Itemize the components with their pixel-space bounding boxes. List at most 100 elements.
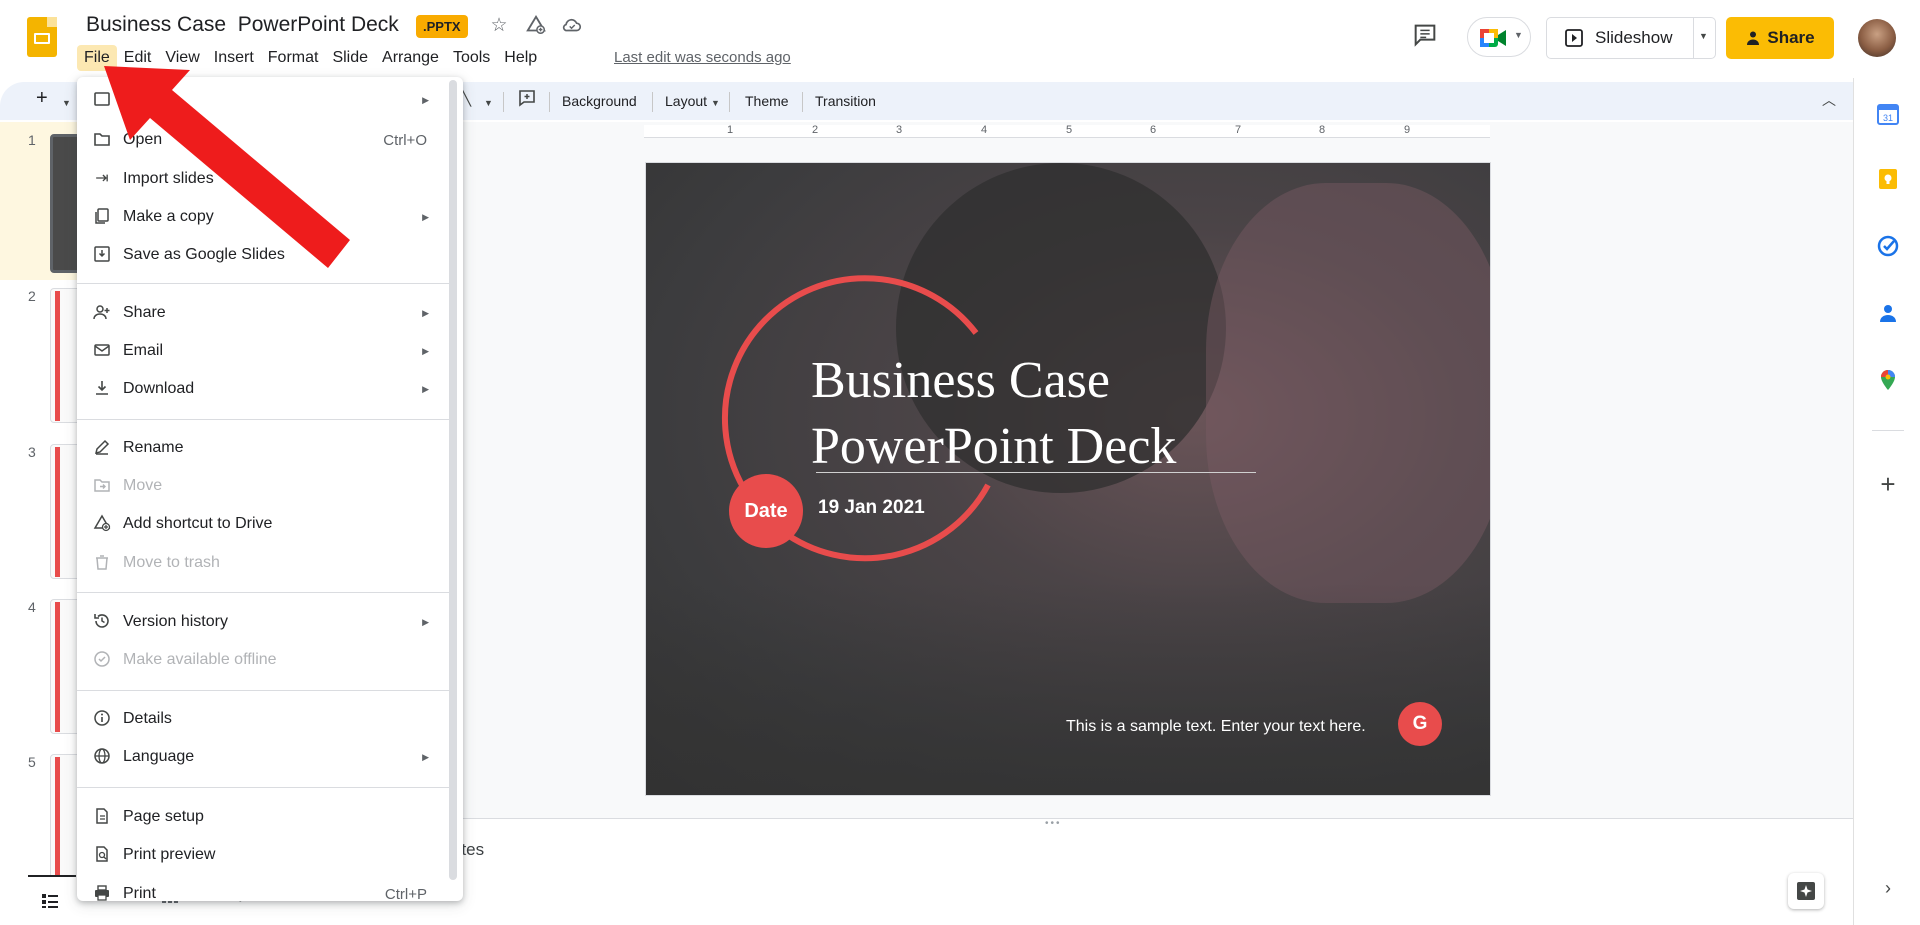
transition-button[interactable]: Transition (815, 90, 876, 112)
menu-item-email[interactable]: Email ▶ (77, 333, 449, 369)
menu-item-page-setup[interactable]: Page setup (77, 799, 449, 835)
slide-title-line-1: Business Case (811, 352, 1110, 409)
slide-footer-text[interactable]: This is a sample text. Enter your text h… (1066, 718, 1366, 736)
print-preview-icon (92, 845, 112, 865)
menu-item-language[interactable]: Language ▶ (77, 739, 449, 775)
download-icon (92, 379, 112, 399)
menu-item-label: Open (123, 131, 163, 148)
date-badge[interactable]: Date (729, 474, 803, 548)
menu-item-label: Print (123, 885, 156, 901)
file-menu: ▶ Open Ctrl+O ⇥ Import slides Make a cop… (77, 77, 463, 901)
submenu-arrow-icon: ▶ (422, 94, 429, 105)
add-comment-icon[interactable] (517, 88, 537, 114)
layout-button[interactable]: Layout (665, 90, 707, 112)
file-type-badge: .PPTX (416, 15, 468, 38)
menu-item-import-slides[interactable]: ⇥ Import slides (77, 161, 449, 197)
trash-icon (92, 553, 112, 573)
menu-item-add-shortcut-to-drive[interactable]: Add shortcut to Drive (77, 506, 449, 542)
menu-edit[interactable]: Edit (117, 45, 159, 71)
document-title[interactable]: Business Case PowerPoint Deck (86, 13, 399, 37)
ruler-number: 4 (981, 124, 988, 136)
line-dropdown-icon[interactable]: ▼ (484, 92, 493, 114)
move-to-drive-icon[interactable] (524, 14, 548, 38)
slides-logo-icon[interactable] (27, 17, 57, 57)
menu-item-print[interactable]: Print Ctrl+P (77, 876, 449, 901)
info-icon (92, 709, 112, 729)
menu-item-print-preview[interactable]: Print preview (77, 837, 449, 873)
menu-item-share[interactable]: Share ▶ (77, 295, 449, 331)
menu-view[interactable]: View (158, 45, 206, 71)
last-edit-link[interactable]: Last edit was seconds ago (614, 49, 791, 66)
comments-icon[interactable] (1411, 21, 1439, 49)
current-slide[interactable]: Business Case PowerPoint Deck Date 19 Ja… (645, 162, 1491, 796)
menu-tools[interactable]: Tools (446, 45, 497, 71)
menu-item-label: Page setup (123, 808, 204, 825)
menu-shortcut: Ctrl+P (384, 885, 427, 902)
menu-insert[interactable]: Insert (207, 45, 261, 71)
globe-icon (92, 747, 112, 767)
slideshow-button[interactable]: Slideshow ▼ (1546, 17, 1716, 59)
calendar-icon[interactable]: 31 (1876, 102, 1900, 126)
menu-file[interactable]: File (77, 45, 117, 71)
menu-item-make-available-offline: Make available offline (77, 642, 449, 678)
explore-button[interactable] (1788, 873, 1824, 909)
new-icon (92, 90, 112, 110)
new-slide-dropdown-icon[interactable]: ▼ (62, 92, 71, 114)
title-underline (816, 472, 1256, 473)
star-icon[interactable]: ☆ (487, 14, 511, 38)
menu-format[interactable]: Format (261, 45, 326, 71)
menu-item-rename[interactable]: Rename (77, 430, 449, 466)
add-addon-icon[interactable]: + (1876, 471, 1900, 497)
slide-number: 2 (28, 288, 36, 304)
contacts-icon[interactable] (1876, 301, 1900, 325)
menu-item-details[interactable]: Details (77, 701, 449, 737)
menu-item-download[interactable]: Download ▶ (77, 371, 449, 407)
menu-help[interactable]: Help (497, 45, 544, 71)
notes-resize-handle[interactable]: ••• (1045, 818, 1062, 829)
meet-button[interactable]: ▼ (1467, 17, 1531, 57)
share-button[interactable]: Share (1726, 17, 1834, 59)
copy-icon (92, 207, 112, 227)
theme-button[interactable]: Theme (745, 90, 789, 112)
line-tool-icon[interactable]: ╲ (462, 88, 471, 110)
meet-dropdown-icon[interactable]: ▼ (1514, 30, 1523, 40)
menu-shortcut: Ctrl+O (383, 131, 427, 149)
menu-item-new[interactable]: ▶ (77, 82, 449, 118)
menu-item-save-as-google-slides[interactable]: Save as Google Slides (77, 237, 449, 273)
ruler-number: 2 (812, 124, 819, 136)
person-add-icon (92, 303, 112, 323)
menu-item-label: Details (123, 710, 172, 727)
collapse-toolbar-icon[interactable]: ︿ (1822, 89, 1836, 111)
speaker-notes[interactable] (266, 818, 1853, 925)
slide-background-shape (1206, 183, 1490, 603)
date-text[interactable]: 19 Jan 2021 (818, 497, 925, 519)
slideshow-label: Slideshow (1595, 28, 1673, 47)
corner-badge[interactable]: G (1398, 702, 1442, 746)
new-slide-icon[interactable]: + (36, 87, 48, 109)
menu-item-label: Rename (123, 439, 184, 456)
menu-item-version-history[interactable]: Version history ▶ (77, 604, 449, 640)
filmstrip-view-icon[interactable] (40, 891, 62, 913)
background-button[interactable]: Background (562, 90, 637, 112)
menu-slide[interactable]: Slide (325, 45, 375, 71)
share-label: Share (1767, 28, 1815, 47)
tasks-icon[interactable] (1876, 234, 1900, 258)
explore-icon (1797, 882, 1815, 900)
slide-number: 4 (28, 599, 36, 615)
cloud-status-icon[interactable] (560, 14, 584, 38)
slideshow-dropdown-icon[interactable]: ▼ (1699, 31, 1708, 41)
folder-icon (92, 130, 112, 150)
menu-scrollbar[interactable] (449, 80, 457, 880)
keep-icon[interactable] (1876, 167, 1900, 191)
menu-item-open[interactable]: Open Ctrl+O (77, 122, 449, 158)
user-avatar[interactable] (1858, 19, 1896, 57)
submenu-arrow-icon: ▶ (422, 383, 429, 394)
menu-item-make-a-copy[interactable]: Make a copy ▶ (77, 199, 449, 235)
maps-icon[interactable] (1876, 368, 1900, 392)
expand-panel-icon[interactable]: › (1876, 878, 1900, 902)
menu-arrange[interactable]: Arrange (375, 45, 446, 71)
layout-dropdown-icon[interactable]: ▼ (711, 92, 720, 114)
side-panel: 31 + › (1853, 78, 1920, 925)
slide-title[interactable]: Business Case PowerPoint Deck (811, 348, 1176, 480)
move-icon (92, 476, 112, 496)
